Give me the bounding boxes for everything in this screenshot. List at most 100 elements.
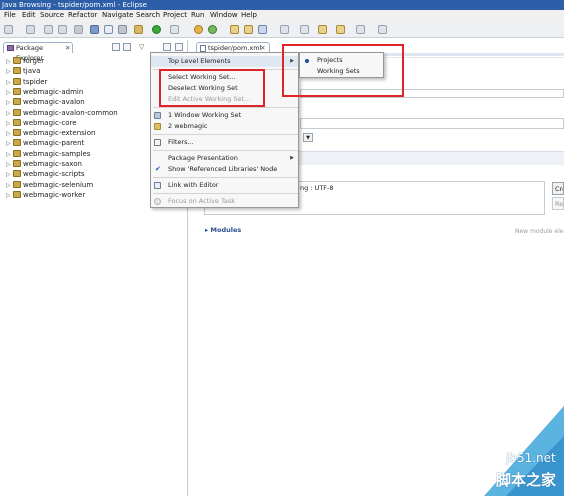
editor-tab-label: tspider/pom.xml bbox=[208, 44, 262, 52]
back-icon[interactable] bbox=[318, 25, 327, 34]
divider bbox=[385, 57, 564, 58]
tab-package-explorer[interactable]: Package Explorer ✕ bbox=[3, 42, 73, 62]
menu-item-filters[interactable]: Filters... bbox=[151, 137, 298, 148]
new-module-hint: New module ele bbox=[515, 228, 564, 235]
tree-item-project[interactable]: ▷ webmagic-avalon-common bbox=[6, 108, 118, 118]
watermark-text: jb51.net bbox=[506, 451, 556, 465]
menu-item-window-working-set[interactable]: 1 Window Working Set bbox=[151, 110, 298, 121]
modules-section[interactable]: ▸ Modules bbox=[205, 226, 241, 234]
external-tools-icon[interactable] bbox=[170, 25, 179, 34]
minimize-icon[interactable] bbox=[163, 43, 171, 51]
tree-item-label: tspider bbox=[23, 77, 48, 86]
annotation-highlight-box bbox=[282, 44, 404, 97]
menu-item-link-with-editor[interactable]: Link with Editor bbox=[151, 180, 298, 191]
create-button[interactable]: Cre bbox=[552, 182, 564, 195]
tree-item-project[interactable]: ▷ tspider bbox=[6, 77, 47, 87]
project-folder-icon bbox=[13, 160, 21, 167]
expand-arrow-icon[interactable]: ▷ bbox=[6, 191, 13, 201]
maximize-icon[interactable] bbox=[175, 43, 183, 51]
tree-item-label: webmagic-avalon bbox=[23, 98, 85, 107]
main-toolbar bbox=[0, 21, 564, 38]
open-resource-icon[interactable] bbox=[244, 25, 253, 34]
menu-navigate[interactable]: Navigate bbox=[102, 11, 133, 19]
menu-help[interactable]: Help bbox=[241, 11, 257, 19]
tree-item-project[interactable]: ▷ webmagic-extension bbox=[6, 128, 95, 138]
menu-file[interactable]: File bbox=[4, 11, 16, 19]
menu-label: Show 'Referenced Libraries' Node bbox=[168, 165, 278, 173]
tree-item-project[interactable]: ▷ forger bbox=[6, 56, 44, 66]
menu-separator bbox=[153, 134, 298, 135]
menu-refactor[interactable]: Refactor bbox=[68, 11, 97, 19]
menu-project[interactable]: Project bbox=[163, 11, 187, 19]
menu-label: Package Presentation bbox=[168, 154, 238, 162]
project-folder-icon bbox=[13, 87, 21, 95]
open-type-icon[interactable] bbox=[230, 25, 239, 34]
modules-label: Modules bbox=[210, 226, 242, 234]
run-icon[interactable] bbox=[152, 25, 161, 34]
remove-button[interactable]: Re bbox=[552, 197, 564, 210]
new-java-project-icon[interactable] bbox=[194, 25, 203, 34]
filter-icon bbox=[154, 139, 161, 146]
packaging-field[interactable] bbox=[300, 118, 564, 129]
print-icon[interactable] bbox=[58, 25, 67, 34]
tree-item-project[interactable]: ▷ webmagic-admin bbox=[6, 87, 83, 97]
tree-item-label: webmagic-core bbox=[23, 118, 77, 127]
close-icon[interactable]: ✕ bbox=[65, 43, 70, 53]
packaging-dropdown-arrow[interactable]: ▼ bbox=[303, 133, 313, 142]
menu-edit[interactable]: Edit bbox=[22, 11, 36, 19]
menu-item-package-presentation[interactable]: Package Presentation ▶ bbox=[151, 153, 298, 164]
tree-item-label: webmagic-extension bbox=[23, 129, 96, 138]
annotation-icon[interactable] bbox=[280, 25, 289, 34]
debug-icon[interactable] bbox=[134, 25, 143, 34]
save-all-icon[interactable] bbox=[44, 25, 53, 34]
new-package-icon[interactable] bbox=[208, 25, 217, 34]
save-icon[interactable] bbox=[26, 25, 35, 34]
xml-file-icon bbox=[200, 45, 206, 52]
search-icon[interactable] bbox=[258, 25, 267, 34]
tree-item-label: tjava bbox=[23, 67, 41, 76]
view-menu-icon[interactable]: ▽ bbox=[139, 43, 144, 51]
tree-item-project[interactable]: ▷ tjava bbox=[6, 66, 40, 76]
menu-source[interactable]: Source bbox=[40, 11, 64, 19]
tree-item-project[interactable]: ▷ webmagic-saxon bbox=[6, 159, 82, 169]
menu-bar: File Edit Source Refactor Navigate Searc… bbox=[0, 10, 564, 21]
tree-item-label: webmagic-saxon bbox=[23, 160, 82, 168]
menu-item-webmagic[interactable]: 2 webmagic bbox=[151, 121, 298, 132]
tree-item-label: webmagic-parent bbox=[23, 139, 85, 148]
menu-item-focus-on-active-task: Focus on Active Task bbox=[151, 196, 298, 207]
menu-separator bbox=[153, 177, 298, 178]
tree-item-label: webmagic-avalon-common bbox=[23, 108, 118, 117]
menu-window[interactable]: Window bbox=[210, 11, 238, 19]
collapse-all-icon[interactable] bbox=[112, 43, 120, 51]
submenu-arrow-icon: ▶ bbox=[290, 155, 294, 161]
perspective-icon[interactable] bbox=[378, 25, 387, 34]
menu-separator bbox=[153, 107, 298, 108]
project-folder-icon bbox=[13, 108, 21, 116]
menu-label: 1 Window Working Set bbox=[168, 111, 242, 119]
project-folder-icon bbox=[13, 57, 21, 64]
build-icon[interactable] bbox=[74, 25, 83, 34]
tree-item-project[interactable]: ▷ webmagic-selenium bbox=[6, 180, 93, 190]
menu-label: 2 webmagic bbox=[168, 122, 208, 130]
last-edit-icon[interactable] bbox=[300, 25, 309, 34]
menu-search[interactable]: Search bbox=[136, 11, 160, 19]
terminal-icon[interactable] bbox=[90, 25, 99, 34]
tree-item-project[interactable]: ▷ webmagic-parent bbox=[6, 138, 84, 148]
menu-item-show-referenced-libraries[interactable]: ✔ Show 'Referenced Libraries' Node bbox=[151, 164, 298, 175]
forward-icon[interactable] bbox=[336, 25, 345, 34]
menu-item-top-level-elements[interactable]: Top Level Elements ▶ bbox=[151, 56, 298, 67]
pin-editor-icon[interactable] bbox=[356, 25, 365, 34]
menu-run[interactable]: Run bbox=[191, 11, 204, 19]
tree-item-project[interactable]: ▷ webmagic-worker bbox=[6, 190, 85, 200]
project-folder-icon bbox=[13, 77, 21, 85]
console-icon[interactable] bbox=[104, 25, 113, 34]
tree-item-project[interactable]: ▷ webmagic-samples bbox=[6, 149, 90, 159]
tree-item-project[interactable]: ▷ webmagic-avalon bbox=[6, 97, 85, 107]
tool-icon[interactable] bbox=[118, 25, 127, 34]
tree-item-project[interactable]: ▷ webmagic-scripts bbox=[6, 169, 85, 179]
new-icon[interactable] bbox=[4, 25, 13, 34]
menu-label: Link with Editor bbox=[168, 181, 219, 189]
tree-item-label: webmagic-admin bbox=[23, 87, 84, 96]
link-editor-icon[interactable] bbox=[123, 43, 131, 51]
tree-item-project[interactable]: ▷ webmagic-core bbox=[6, 118, 77, 128]
